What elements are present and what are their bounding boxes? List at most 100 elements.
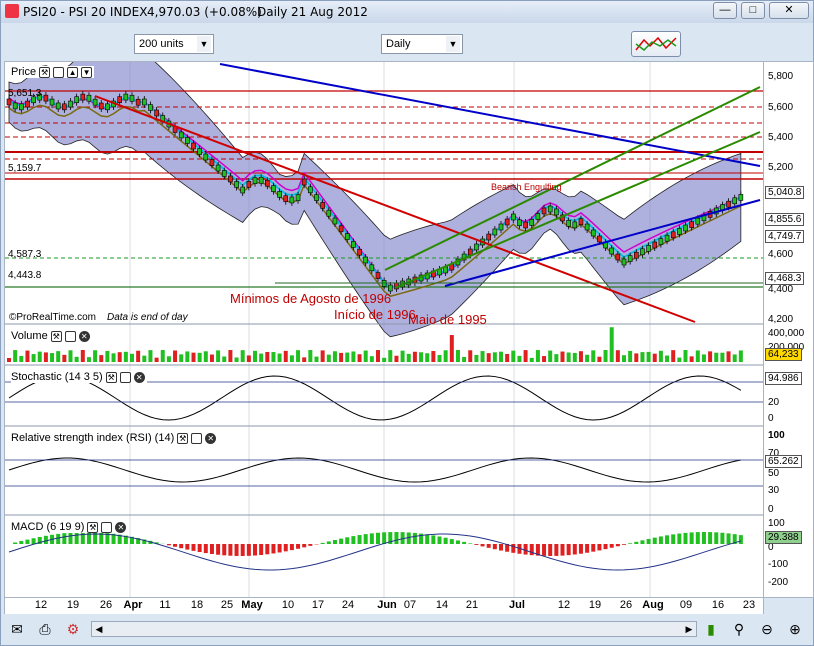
indicators-button[interactable]: [631, 31, 681, 57]
window-icon[interactable]: [119, 371, 131, 383]
macd-histogram-bar: [597, 544, 602, 551]
wrench-icon[interactable]: ⚒: [50, 330, 62, 342]
volume-bar: [332, 351, 337, 362]
volume-bar: [240, 350, 245, 362]
zoom-in-icon[interactable]: ⊕: [785, 620, 805, 638]
x-tick-label: 21: [465, 599, 479, 611]
price-panel-title: Price ⚒ ▲ ▼: [11, 66, 95, 78]
candle-body: [535, 213, 541, 220]
wrench-icon[interactable]: ⚒: [39, 66, 51, 78]
maximize-button[interactable]: □: [741, 2, 765, 19]
volume-bar: [369, 356, 374, 362]
minimize-button[interactable]: —: [713, 2, 737, 19]
window-icon[interactable]: [101, 521, 113, 533]
close-icon[interactable]: ✕: [133, 371, 145, 383]
zoom-out-icon[interactable]: ⊖: [757, 620, 777, 638]
macd-histogram-bar: [382, 532, 387, 544]
close-button[interactable]: ✕: [769, 2, 809, 19]
macd-histogram-bar: [720, 532, 725, 544]
candle-body: [246, 181, 252, 188]
macd-histogram-bar: [302, 544, 307, 548]
volume-bar: [308, 350, 313, 362]
candle-body: [55, 102, 61, 110]
envelope-icon[interactable]: ✉: [7, 620, 27, 638]
print-icon[interactable]: ⎙: [35, 620, 55, 638]
rsi-panel-label: Relative strength index (RSI) (14): [11, 432, 175, 444]
plot-area[interactable]: Price ⚒ ▲ ▼ 5,651.3 5,159.7 4,587.3 4,44…: [4, 61, 764, 598]
value-box: 94.986: [765, 372, 802, 385]
volume-bar: [130, 353, 134, 362]
close-icon[interactable]: ✕: [115, 521, 127, 533]
stochastic-panel-title: Stochastic (14 3 5) ⚒ ✕: [11, 371, 147, 383]
trendline-blue: [219, 63, 761, 167]
volume-bar: [640, 352, 645, 362]
scroll-left-icon[interactable]: ◀: [92, 622, 106, 636]
volume-bar: [31, 354, 36, 362]
macd-histogram-bar: [339, 538, 344, 544]
x-tick-label: Jul: [509, 599, 525, 611]
wrench-icon[interactable]: ⚒: [87, 521, 99, 533]
price-box: 4,749.7: [765, 230, 805, 243]
candle-body: [271, 185, 276, 192]
macd-histogram-bar: [173, 544, 178, 547]
rsi-panel-title: Relative strength index (RSI) (14) ⚒ ✕: [11, 432, 219, 444]
volume-bar: [622, 355, 626, 362]
volume-bar: [277, 353, 282, 362]
down-icon[interactable]: ▼: [81, 66, 93, 78]
volume-bar: [117, 352, 122, 362]
candle-body: [98, 102, 104, 110]
candle-body: [92, 98, 98, 106]
axis-tick: -100: [768, 559, 789, 570]
volume-bar: [148, 350, 153, 362]
window-icon[interactable]: [64, 330, 76, 342]
candle-body: [332, 217, 338, 225]
candle-body: [80, 93, 86, 101]
level-label: 5,651.3: [8, 88, 42, 99]
price-panel-label: Price: [11, 66, 37, 78]
scroll-right-icon[interactable]: ▶: [682, 622, 696, 636]
window-icon[interactable]: [191, 432, 203, 444]
candle-body: [295, 194, 301, 202]
settings-icon[interactable]: ⚙: [63, 620, 83, 638]
candle-body: [363, 256, 369, 264]
units-select-value: 200 units: [139, 38, 184, 50]
macd-histogram-bar: [572, 544, 577, 555]
up-icon[interactable]: ▲: [67, 66, 79, 78]
price-chart: [5, 62, 763, 597]
axis-tick: 100: [768, 430, 785, 441]
app-logo-icon: [5, 4, 19, 18]
close-icon[interactable]: ✕: [78, 330, 90, 342]
volume-bar: [701, 354, 706, 362]
data-note: Data is end of day: [107, 312, 188, 323]
axis-tick: 400,000: [768, 328, 805, 339]
volume-bar: [173, 350, 178, 362]
volume-bar: [326, 354, 331, 362]
price-box: 5,040.8: [765, 186, 805, 199]
candle-body: [215, 164, 221, 172]
macd-histogram-bar: [345, 537, 350, 544]
wrench-icon[interactable]: ⚒: [105, 371, 117, 383]
candle-body: [375, 272, 381, 279]
x-tick-label: 18: [190, 599, 204, 611]
timeframe-select[interactable]: Daily ▼: [381, 34, 463, 54]
units-select[interactable]: 200 units ▼: [134, 34, 214, 54]
close-icon[interactable]: ✕: [205, 432, 217, 444]
bars-icon[interactable]: ▮: [701, 620, 721, 638]
macd-panel-label: MACD (6 19 9): [11, 521, 85, 533]
horizontal-scrollbar[interactable]: ◀ ▶: [91, 621, 697, 637]
volume-bar: [363, 350, 368, 362]
zoom-fit-icon[interactable]: ⚲: [729, 620, 749, 638]
chevron-down-icon: ▼: [197, 36, 211, 52]
candle-body: [523, 221, 528, 229]
candle-body: [732, 197, 738, 205]
macd-histogram-bar: [216, 544, 221, 555]
window-icon[interactable]: [53, 66, 65, 78]
volume-bar: [499, 351, 503, 362]
candle-body: [609, 247, 615, 255]
candle-body: [640, 248, 645, 256]
volume-bar: [455, 350, 460, 362]
volume-bar: [357, 354, 362, 362]
wrench-icon[interactable]: ⚒: [177, 432, 189, 444]
candle-body: [62, 103, 67, 111]
macd-histogram-bar: [492, 544, 497, 550]
